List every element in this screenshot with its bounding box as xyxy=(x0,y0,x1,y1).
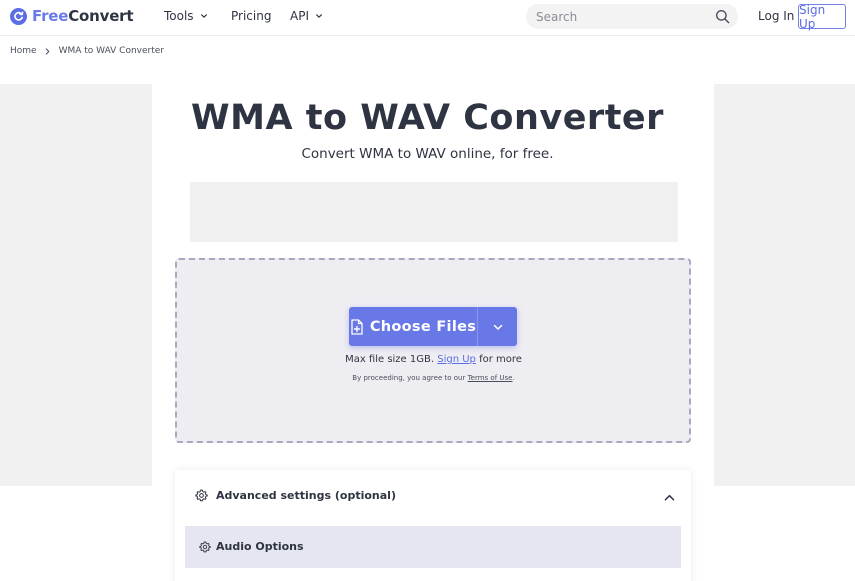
choose-files-button[interactable]: Choose Files xyxy=(349,307,477,346)
nav-tools[interactable]: Tools xyxy=(164,9,208,23)
choose-files-label: Choose Files xyxy=(369,318,477,335)
file-size-limit: Max file size 1GB. Sign Up for more xyxy=(0,354,855,365)
ad-placeholder xyxy=(190,182,678,242)
chevron-down-icon xyxy=(493,324,502,330)
freeconvert-logo[interactable]: FreeConvert xyxy=(10,7,134,25)
advanced-settings-toggle[interactable]: Advanced settings (optional) xyxy=(195,489,396,502)
audio-options-heading: Audio Options xyxy=(199,540,304,553)
gear-icon xyxy=(195,489,208,502)
search-input[interactable] xyxy=(536,4,706,29)
terms-notice: By proceeding, you agree to our Terms of… xyxy=(0,374,855,382)
file-dropzone[interactable] xyxy=(175,258,691,443)
terms-of-use-link[interactable]: Terms of Use xyxy=(468,374,513,382)
top-navbar: FreeConvert Tools Pricing API Log In Sig… xyxy=(0,0,855,36)
limit-prefix: Max file size 1GB. xyxy=(345,354,435,365)
signup-button[interactable]: Sign Up xyxy=(798,3,846,31)
nav-tools-label: Tools xyxy=(164,9,194,23)
nav-api[interactable]: API xyxy=(290,9,323,23)
breadcrumb-home[interactable]: Home xyxy=(10,46,37,56)
limit-suffix: for more xyxy=(479,354,522,365)
page-title: WMA to WAV Converter xyxy=(191,98,664,138)
gear-icon xyxy=(199,540,211,552)
chevron-right-icon xyxy=(45,47,49,55)
upload-source-dropdown[interactable] xyxy=(478,307,517,346)
audio-options-label: Audio Options xyxy=(216,540,304,553)
chevron-up-icon[interactable] xyxy=(664,493,675,502)
login-link[interactable]: Log In xyxy=(758,9,794,23)
breadcrumb: Home WMA to WAV Converter xyxy=(10,46,164,56)
limit-signup-link[interactable]: Sign Up xyxy=(437,354,476,365)
file-plus-icon xyxy=(351,318,363,335)
advanced-settings-label: Advanced settings (optional) xyxy=(216,489,396,502)
nav-pricing-label: Pricing xyxy=(231,9,272,23)
search-icon[interactable] xyxy=(715,9,730,24)
chevron-down-icon xyxy=(316,14,322,18)
breadcrumb-current: WMA to WAV Converter xyxy=(58,46,164,56)
chevron-down-icon xyxy=(200,14,207,18)
search-box xyxy=(526,4,738,29)
nav-pricing[interactable]: Pricing xyxy=(231,9,271,23)
logo-text-free: Free xyxy=(32,7,69,25)
terms-prefix: By proceeding, you agree to our xyxy=(352,374,466,382)
choose-files-group: Choose Files xyxy=(349,307,517,346)
logo-icon xyxy=(10,7,27,25)
page-subtitle: Convert WMA to WAV online, for free. xyxy=(301,146,554,162)
logo-text: FreeConvert xyxy=(32,7,134,25)
logo-text-convert: Convert xyxy=(68,7,134,25)
terms-suffix: . xyxy=(512,374,515,382)
nav-api-label: API xyxy=(290,9,309,23)
